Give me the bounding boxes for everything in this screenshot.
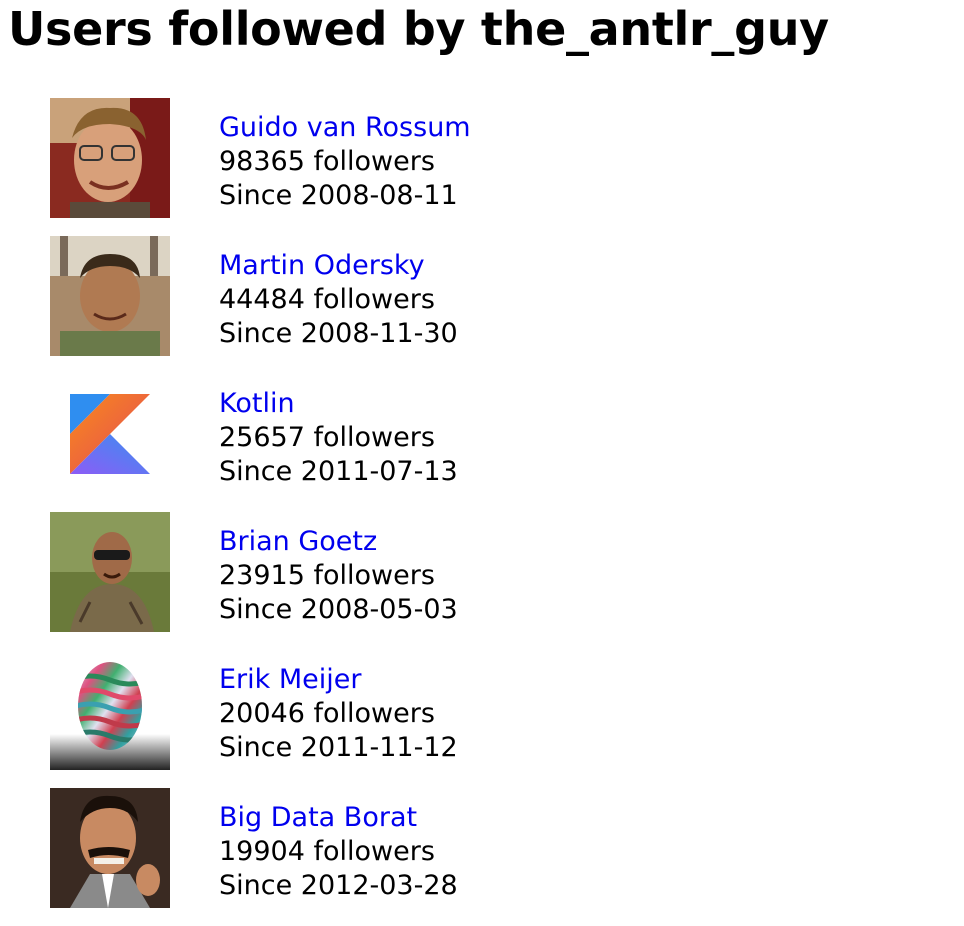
member-since: Since 2011-11-12 [219, 732, 458, 763]
member-since: Since 2008-05-03 [219, 594, 458, 625]
avatar[interactable] [50, 98, 170, 218]
avatar[interactable] [50, 512, 170, 632]
member-since: Since 2011-07-13 [219, 456, 458, 487]
list-item: Guido van Rossum 98365 followers Since 2… [50, 98, 950, 236]
user-info: Brian Goetz 23915 followers Since 2008-0… [219, 525, 458, 627]
follower-count: 20046 followers [219, 698, 435, 729]
user-info: Martin Odersky 44484 followers Since 200… [219, 249, 458, 351]
user-info: Guido van Rossum 98365 followers Since 2… [219, 111, 471, 213]
user-list: Guido van Rossum 98365 followers Since 2… [50, 98, 950, 926]
list-item: Martin Odersky 44484 followers Since 200… [50, 236, 950, 374]
user-name-link[interactable]: Martin Odersky [219, 249, 458, 283]
list-item: Erik Meijer 20046 followers Since 2011-1… [50, 650, 950, 788]
member-since: Since 2012-03-28 [219, 870, 458, 901]
avatar[interactable] [50, 236, 170, 356]
kotlin-logo-icon [50, 374, 170, 494]
avatar-image [50, 512, 170, 632]
list-item: Kotlin 25657 followers Since 2011-07-13 [50, 374, 950, 512]
user-info: Erik Meijer 20046 followers Since 2011-1… [219, 663, 458, 765]
avatar-image [50, 98, 170, 218]
user-name-link[interactable]: Brian Goetz [219, 525, 458, 559]
user-name-link[interactable]: Kotlin [219, 387, 458, 421]
avatar-image [50, 236, 170, 356]
user-info: Big Data Borat 19904 followers Since 201… [219, 801, 458, 903]
avatar[interactable] [50, 650, 170, 770]
user-name-link[interactable]: Guido van Rossum [219, 111, 471, 145]
follower-count: 98365 followers [219, 146, 435, 177]
avatar[interactable] [50, 374, 170, 494]
list-item: Big Data Borat 19904 followers Since 201… [50, 788, 950, 926]
follower-count: 19904 followers [219, 836, 435, 867]
avatar[interactable] [50, 788, 170, 908]
page-title: Users followed by the_antlr_guy [8, 2, 829, 56]
avatar-image [50, 788, 170, 908]
user-name-link[interactable]: Big Data Borat [219, 801, 458, 835]
member-since: Since 2008-11-30 [219, 318, 458, 349]
member-since: Since 2008-08-11 [219, 180, 458, 211]
follower-count: 44484 followers [219, 284, 435, 315]
user-info: Kotlin 25657 followers Since 2011-07-13 [219, 387, 458, 489]
follower-count: 25657 followers [219, 422, 435, 453]
list-item: Brian Goetz 23915 followers Since 2008-0… [50, 512, 950, 650]
tie-dye-egg-icon [50, 650, 170, 770]
user-name-link[interactable]: Erik Meijer [219, 663, 458, 697]
follower-count: 23915 followers [219, 560, 435, 591]
